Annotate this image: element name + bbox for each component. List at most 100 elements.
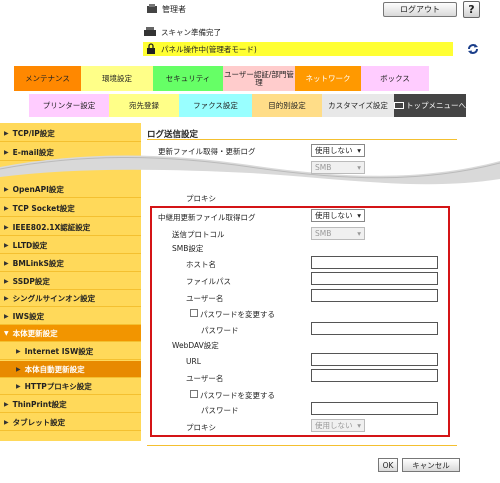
sidebar-item-auto-update[interactable]: ▶ 本体自動更新設定 — [0, 361, 141, 378]
sidebar-item-label: シングルサインオン設定 — [12, 293, 96, 303]
ok-button[interactable]: OK — [378, 458, 398, 472]
panel-status-text: パネル操作中(管理者モード) — [161, 44, 257, 54]
smb-change-password-label: パスワードを変更する — [200, 310, 275, 319]
sidebar-item-main-update[interactable]: ▼ 本体更新設定 — [0, 325, 141, 342]
protocol-top-select: SMB ▾ — [311, 161, 365, 174]
sidebar-item-label: SSDP設定 — [12, 276, 50, 286]
bottom-divider — [147, 445, 457, 446]
tab-user-auth[interactable]: ユーザー認証/部門管理 — [223, 66, 295, 91]
chevron-down-icon: ▾ — [357, 421, 361, 430]
refresh-icon[interactable] — [466, 42, 480, 56]
sidebar-item-single-signon[interactable]: ▶ シングルサインオン設定 — [0, 290, 141, 307]
arrow-right-icon: ▶ — [4, 400, 9, 408]
url-label: URL — [186, 357, 201, 366]
file-path-input[interactable] — [311, 272, 438, 285]
webdav-change-password-label: パスワードを変更する — [200, 391, 275, 400]
user-name: 管理者 — [162, 4, 186, 14]
protocol-label: 送信プロトコル — [172, 230, 225, 239]
protocol-value: SMB — [315, 229, 332, 238]
relay-log-value: 使用しない — [315, 211, 353, 220]
protocol-top-value: SMB — [315, 163, 332, 172]
chevron-down-icon: ▾ — [357, 163, 361, 172]
smb-password-label: パスワード — [201, 326, 239, 335]
sidebar-item-bmlinks[interactable]: ▶ BMLinkS設定 — [0, 255, 141, 272]
webdav-user-label: ユーザー名 — [186, 374, 224, 383]
panel-status: パネル操作中(管理者モード) — [143, 42, 453, 56]
sidebar-item-ieee8021x[interactable]: ▶ IEEE802.1X認証設定 — [0, 219, 141, 236]
top-menu-icon — [394, 102, 404, 109]
sidebar-item-tablet[interactable]: ▶ タブレット設定 — [0, 414, 141, 431]
webdav-user-input[interactable] — [311, 369, 438, 382]
sidebar-item-tcp-socket[interactable]: ▶ TCP Socket設定 — [0, 200, 141, 217]
cancel-button[interactable]: キャンセル — [402, 458, 460, 472]
scan-status-text: スキャン準備完了 — [161, 27, 221, 37]
arrow-right-icon: ▶ — [4, 259, 9, 267]
sidebar-item-ssdp[interactable]: ▶ SSDP設定 — [0, 273, 141, 290]
tab-address-registration[interactable]: 宛先登録 — [109, 94, 179, 117]
smb-password-input[interactable] — [311, 322, 438, 335]
arrow-right-icon: ▶ — [16, 382, 21, 390]
tab-printer-settings[interactable]: プリンター設定 — [29, 94, 109, 117]
sidebar-item-label: Internet ISW設定 — [24, 346, 94, 356]
help-button[interactable]: ? — [463, 1, 480, 18]
logout-button[interactable]: ログアウト — [383, 2, 457, 17]
proxy-value: 使用しない — [315, 421, 353, 430]
torn-page-divider — [0, 155, 500, 185]
protocol-select: SMB ▾ — [311, 227, 365, 240]
sidebar-item-thinprint[interactable]: ▶ ThinPrint設定 — [0, 396, 141, 413]
sidebar-item-lltd[interactable]: ▶ LLTD設定 — [0, 237, 141, 254]
chevron-down-icon: ▾ — [357, 229, 361, 238]
top-menu-button[interactable]: トップメニューへ — [394, 94, 466, 117]
webdav-section-label: WebDAV設定 — [172, 341, 219, 350]
webdav-password-input[interactable] — [311, 402, 438, 415]
sidebar-item-label: ThinPrint設定 — [12, 399, 67, 409]
proxy-select: 使用しない ▾ — [311, 419, 365, 432]
arrow-right-icon: ▶ — [4, 312, 9, 320]
host-input[interactable] — [311, 256, 438, 269]
sidebar-item-tcpip[interactable]: ▶ TCP/IP設定 — [0, 125, 141, 142]
arrow-right-icon: ▶ — [16, 365, 21, 373]
main-tabs: メンテナンス 環境設定 セキュリティ ユーザー認証/部門管理 ネットワーク ボッ… — [14, 66, 429, 91]
tab-purpose-settings[interactable]: 目的別設定 — [252, 94, 322, 117]
webdav-change-password-checkbox[interactable] — [190, 390, 198, 398]
smb-change-password-checkbox[interactable] — [190, 309, 198, 317]
sub-tabs: プリンター設定 宛先登録 ファクス設定 目的別設定 カスタマイズ設定 トップメニ… — [29, 94, 466, 117]
smb-user-label: ユーザー名 — [186, 294, 224, 303]
sidebar-item-label: IWS設定 — [12, 311, 45, 321]
arrow-right-icon: ▶ — [4, 294, 9, 302]
arrow-right-icon: ▶ — [4, 418, 9, 426]
sidebar-item-label: 本体自動更新設定 — [24, 364, 85, 374]
sidebar-item-label: IEEE802.1X認証設定 — [12, 222, 91, 232]
arrow-right-icon: ▶ — [4, 223, 9, 231]
panel-lock-icon — [147, 43, 155, 54]
title-divider — [147, 139, 457, 140]
tab-environment[interactable]: 環境設定 — [81, 66, 153, 91]
tab-fax-settings[interactable]: ファクス設定 — [179, 94, 252, 117]
sidebar-item-internet-isw[interactable]: ▶ Internet ISW設定 — [0, 343, 141, 360]
smb-user-input[interactable] — [311, 289, 438, 302]
sidebar-item-http-proxy[interactable]: ▶ HTTPプロキシ設定 — [0, 378, 141, 395]
tab-security[interactable]: セキュリティ — [153, 66, 223, 91]
sidebar-item-label: タブレット設定 — [12, 417, 66, 427]
sidebar-item-label: HTTPプロキシ設定 — [24, 381, 92, 391]
relay-log-label: 中継用更新ファイル取得ログ — [158, 213, 256, 222]
url-input[interactable] — [311, 353, 438, 366]
tab-maintenance[interactable]: メンテナンス — [14, 66, 81, 91]
scanner-icon — [144, 27, 156, 36]
arrow-right-icon: ▶ — [4, 204, 9, 212]
tab-network[interactable]: ネットワーク — [295, 66, 361, 91]
scan-status: スキャン準備完了 — [143, 26, 221, 38]
arrow-right-icon: ▶ — [4, 129, 9, 137]
header: 管理者 ログアウト ? スキャン準備完了 パネル操作中(管理者モード) — [0, 0, 500, 68]
sidebar-item-label: BMLinkS設定 — [12, 258, 64, 268]
sidebar-item-iws[interactable]: ▶ IWS設定 — [0, 308, 141, 325]
relay-log-select[interactable]: 使用しない ▾ — [311, 209, 365, 222]
tab-customize-settings[interactable]: カスタマイズ設定 — [322, 94, 394, 117]
arrow-down-icon: ▼ — [4, 329, 9, 337]
tab-box[interactable]: ボックス — [361, 66, 429, 91]
chevron-down-icon: ▾ — [357, 211, 361, 220]
arrow-right-icon: ▶ — [4, 277, 9, 285]
arrow-right-icon: ▶ — [16, 347, 21, 355]
sidebar-item-label: TCP/IP設定 — [12, 128, 55, 138]
arrow-right-icon: ▶ — [4, 241, 9, 249]
